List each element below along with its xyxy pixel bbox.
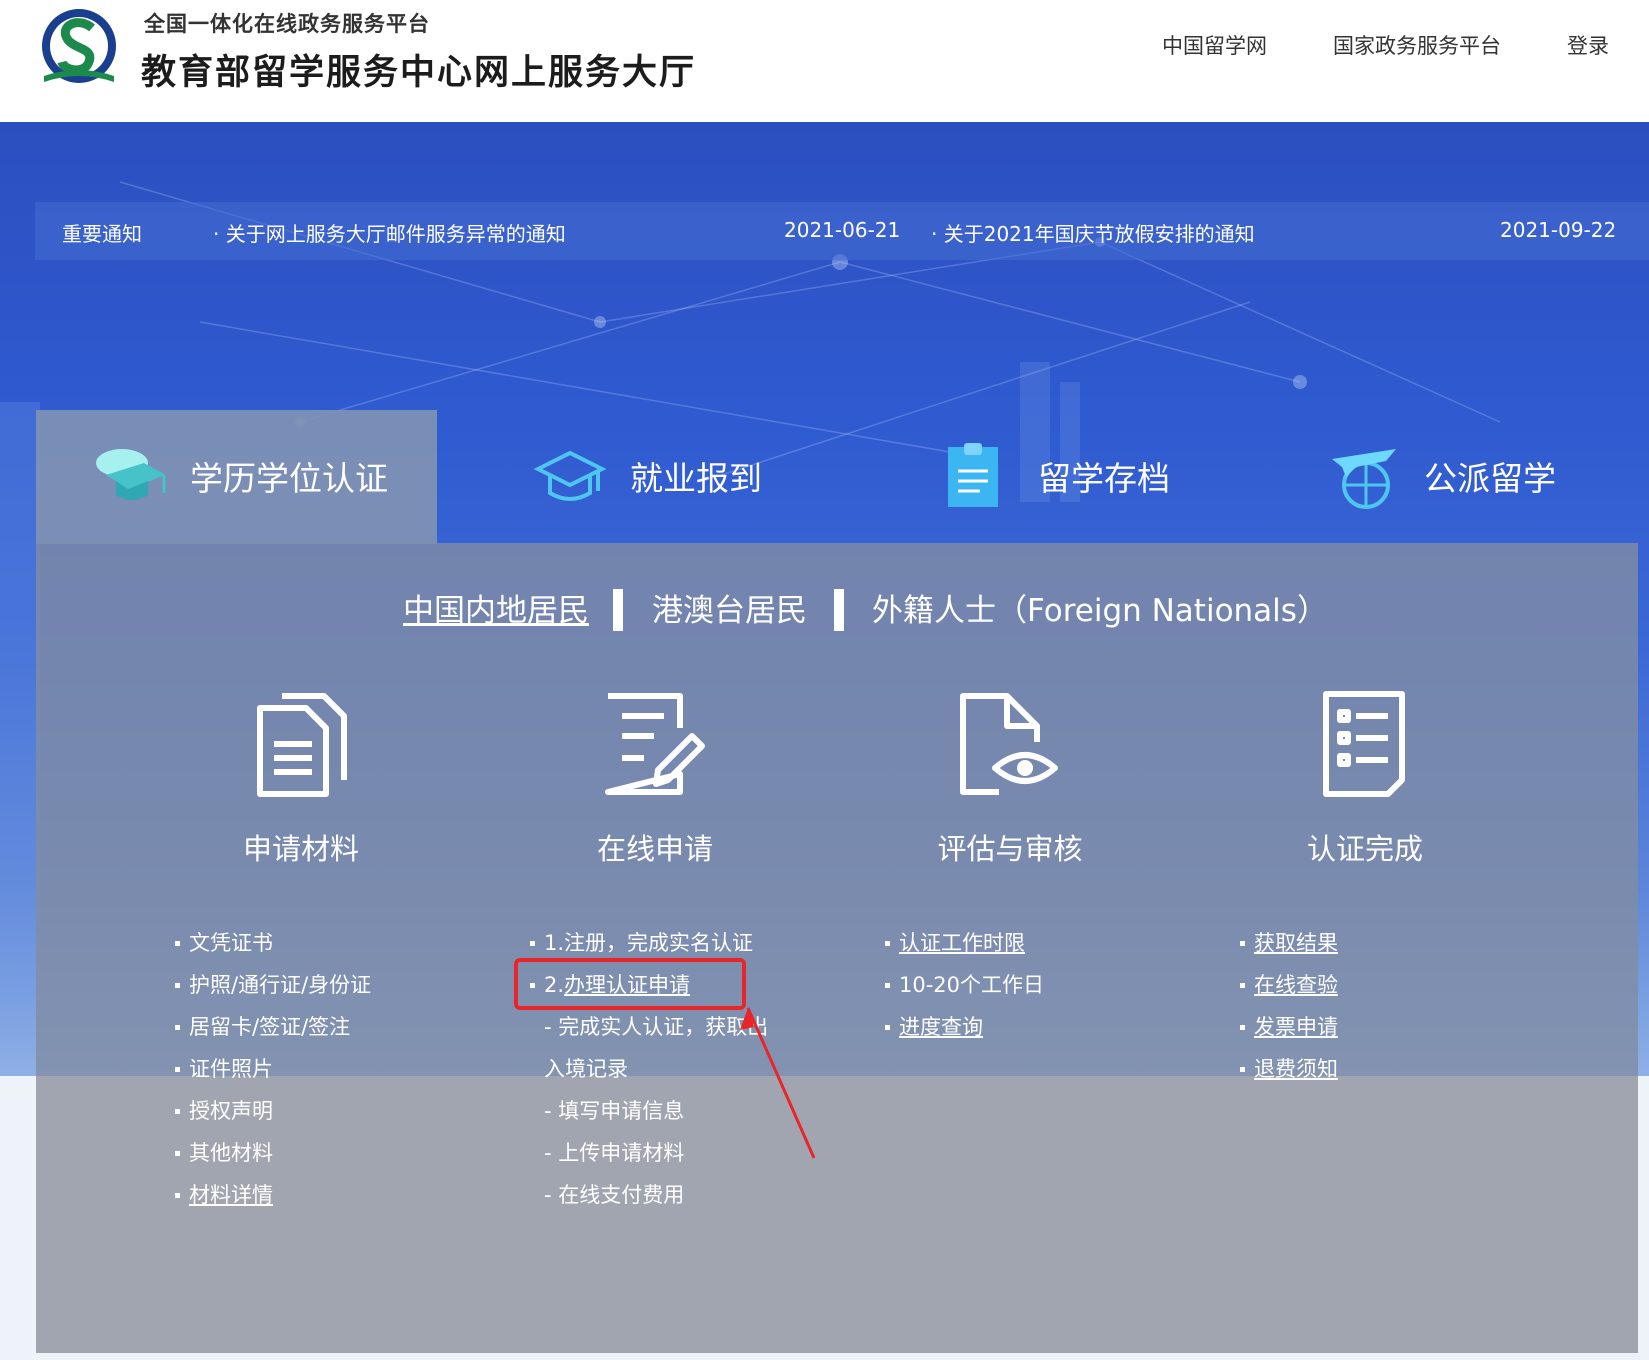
list-item-link[interactable]: 进度查询 bbox=[884, 1006, 1044, 1048]
progress-query-link[interactable]: 进度查询 bbox=[899, 1015, 983, 1039]
edit-form-icon bbox=[605, 693, 705, 795]
list-item: 证件照片 bbox=[174, 1048, 371, 1090]
subtab-divider bbox=[834, 589, 844, 631]
tab-label-sponsored: 公派留学 bbox=[1424, 459, 1556, 498]
login-link[interactable]: 登录 bbox=[1567, 30, 1609, 60]
complete-list: 获取结果 在线查验 发票申请 退费须知 bbox=[1240, 922, 1338, 1090]
notice-title-2[interactable]: 关于2021年国庆节放假安排的通知 bbox=[944, 222, 1255, 246]
notice-title-1[interactable]: 关于网上服务大厅邮件服务异常的通知 bbox=[226, 222, 566, 246]
logo-icon bbox=[42, 9, 116, 83]
highlight-box bbox=[514, 958, 746, 1010]
list-item: 入境记录 bbox=[544, 1057, 628, 1081]
list-item: - 填写申请信息 bbox=[544, 1099, 685, 1123]
list-item: - 完成实人认证，获取出 bbox=[544, 1015, 769, 1039]
material-details-link[interactable]: 材料详情 bbox=[189, 1183, 273, 1207]
step-title-review: 评估与审核 bbox=[937, 832, 1083, 866]
checklist-icon bbox=[1323, 691, 1405, 797]
list-item: - 上传申请材料 bbox=[544, 1141, 685, 1165]
mortarboard-icon bbox=[533, 450, 607, 501]
platform-subtitle: 全国一体化在线政务服务平台 bbox=[144, 12, 430, 36]
tab-state-sponsored[interactable]: 公派留学 bbox=[1326, 436, 1556, 516]
graduation-cap-icon bbox=[96, 449, 166, 500]
get-result-link[interactable]: 获取结果 bbox=[1254, 931, 1338, 955]
list-item: 10-20个工作日 bbox=[884, 964, 1044, 1006]
list-item-link[interactable]: 在线查验 bbox=[1240, 964, 1338, 1006]
list-item-link[interactable]: 获取结果 bbox=[1240, 922, 1338, 964]
subtab-mainland[interactable]: 中国内地居民 bbox=[403, 585, 589, 630]
tab-label-employment: 就业报到 bbox=[630, 459, 762, 498]
step-title-materials: 申请材料 bbox=[242, 832, 359, 866]
materials-list: 文凭证书 护照/通行证/身份证 居留卡/签证/签注 证件照片 授权声明 其他材料… bbox=[174, 922, 371, 1216]
notice-item-2[interactable]: · 关于2021年国庆节放假安排的通知 bbox=[931, 218, 1255, 247]
notice-label: 重要通知 bbox=[62, 222, 142, 246]
subtab-hmt[interactable]: 港澳台居民 bbox=[652, 585, 807, 630]
list-item-link[interactable]: 发票申请 bbox=[1240, 1006, 1338, 1048]
list-item-link[interactable]: 退费须知 bbox=[1240, 1048, 1338, 1090]
notice-date-1: 2021-06-21 bbox=[784, 218, 901, 242]
list-item: 居留卡/签证/签注 bbox=[174, 1006, 371, 1048]
list-item: 授权声明 bbox=[174, 1090, 371, 1132]
list-item-link[interactable]: 材料详情 bbox=[174, 1174, 371, 1216]
nav-link-cscse[interactable]: 中国留学网 bbox=[1162, 30, 1267, 60]
tab-label-archive: 留学存档 bbox=[1038, 459, 1170, 498]
invoice-apply-link[interactable]: 发票申请 bbox=[1254, 1015, 1338, 1039]
list-item: 文凭证书 bbox=[174, 922, 371, 964]
archive-folder-icon bbox=[948, 443, 998, 507]
resident-type-tabs: 中国内地居民 港澳台居民 外籍人士（Foreign Nationals） bbox=[0, 585, 1649, 635]
online-verify-link[interactable]: 在线查验 bbox=[1254, 973, 1338, 997]
tab-employment-registration[interactable]: 就业报到 bbox=[532, 436, 762, 516]
refund-notice-link[interactable]: 退费须知 bbox=[1254, 1057, 1338, 1081]
review-list: 认证工作时限 10-20个工作日 进度查询 bbox=[884, 922, 1044, 1048]
site-title: 教育部留学服务中心网上服务大厅 bbox=[141, 53, 697, 93]
documents-icon bbox=[257, 693, 347, 797]
nav-link-gov-platform[interactable]: 国家政务服务平台 bbox=[1333, 30, 1501, 60]
list-item-link[interactable]: 认证工作时限 bbox=[884, 922, 1044, 964]
plane-globe-icon bbox=[1332, 449, 1396, 509]
notice-bar: 重要通知 · 关于网上服务大厅邮件服务异常的通知 2021-06-21 · 关于… bbox=[35, 202, 1649, 260]
tab-archive-storage[interactable]: 留学存档 bbox=[940, 436, 1170, 516]
notice-item-1[interactable]: · 关于网上服务大厅邮件服务异常的通知 bbox=[213, 218, 566, 247]
list-item: 其他材料 bbox=[174, 1132, 371, 1174]
top-nav: 中国留学网 国家政务服务平台 登录 bbox=[1162, 30, 1609, 60]
list-item: 护照/通行证/身份证 bbox=[174, 964, 371, 1006]
list-item: - 在线支付费用 bbox=[544, 1183, 685, 1207]
site-header: 全国一体化在线政务服务平台 教育部留学服务中心网上服务大厅 中国留学网 国家政务… bbox=[0, 0, 1649, 122]
work-time-link[interactable]: 认证工作时限 bbox=[899, 931, 1025, 955]
notice-date-2: 2021-09-22 bbox=[1500, 218, 1617, 242]
tab-label-degree: 学历学位认证 bbox=[190, 459, 388, 498]
tab-degree-verification[interactable]: 学历学位认证 bbox=[92, 436, 388, 516]
document-review-icon bbox=[960, 693, 1058, 795]
subtab-divider bbox=[613, 589, 623, 631]
subtab-foreign[interactable]: 外籍人士（Foreign Nationals） bbox=[872, 585, 1328, 630]
step-title-online-apply: 在线申请 bbox=[596, 832, 713, 866]
step-title-complete: 认证完成 bbox=[1306, 832, 1423, 866]
